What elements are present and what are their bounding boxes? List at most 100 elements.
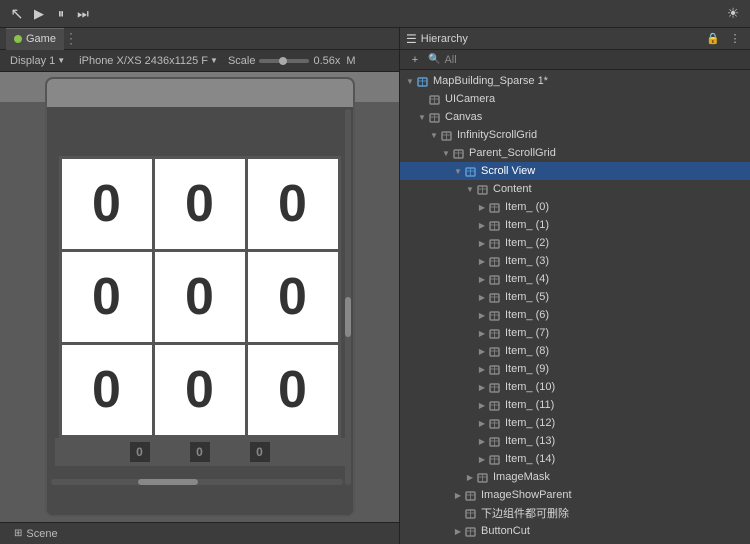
tree-item-scrollview[interactable]: ▼ Scroll View (400, 162, 750, 180)
game-tab-label: Game (26, 33, 56, 45)
tree-item-item9[interactable]: ▶ Item_ (9) (400, 360, 750, 378)
hierarchy-dots-btn[interactable]: ⋮ (726, 30, 744, 48)
scene-tab[interactable]: ⊞ Scene (6, 523, 66, 544)
tree-arrow-item0[interactable]: ▶ (476, 198, 488, 216)
tree-item-item5[interactable]: ▶ Item_ (5) (400, 288, 750, 306)
tree-arrow-item5[interactable]: ▶ (476, 288, 488, 306)
tree-icon-parent_scrollgrid (452, 146, 466, 160)
resolution-label: iPhone X/XS 2436x1125 F (79, 55, 208, 67)
tree-item-item10[interactable]: ▶ Item_ (10) (400, 378, 750, 396)
tree-item-parent_scrollgrid[interactable]: ▼ Parent_ScrollGrid (400, 144, 750, 162)
tree-arrow-item14[interactable]: ▶ (476, 450, 488, 468)
tree-label-scrollview: Scroll View (481, 165, 746, 177)
tree-arrow-item2[interactable]: ▶ (476, 234, 488, 252)
tree-arrow-imageshowparent[interactable]: ▶ (452, 486, 464, 504)
tree-item-buttoncut[interactable]: ▶ ButtonCut (400, 522, 750, 540)
tree-arrow-item9[interactable]: ▶ (476, 360, 488, 378)
tree-arrow-canvas[interactable]: ▼ (416, 108, 428, 126)
tree-label-content: Content (493, 183, 746, 195)
tree-arrow-item10[interactable]: ▶ (476, 378, 488, 396)
tree-item-item8[interactable]: ▶ Item_ (8) (400, 342, 750, 360)
tree-arrow-item12[interactable]: ▶ (476, 414, 488, 432)
grid-cell-2: 0 (248, 159, 338, 249)
tree-label-buttoncut: ButtonCut (481, 525, 746, 537)
tree-item-item14[interactable]: ▶ Item_ (14) (400, 450, 750, 468)
vertical-scrollbar-thumb (345, 297, 351, 337)
tree-item-uicamera[interactable]: UICamera (400, 90, 750, 108)
tree-item-item4[interactable]: ▶ Item_ (4) (400, 270, 750, 288)
pause-button[interactable]: ⏸ (50, 3, 72, 25)
hierarchy-content[interactable]: ▼ MapBuilding_Sparse 1* UICamera▼ Canvas… (400, 70, 750, 544)
play-button[interactable]: ▶ (28, 3, 50, 25)
hierarchy-lock-btn[interactable]: 🔒 (704, 30, 722, 48)
tree-label-item6: Item_ (6) (505, 309, 746, 321)
scale-slider[interactable] (259, 59, 309, 63)
main-area: Game ⋮ Display 1 ▼ iPhone X/XS 2436x1125… (0, 28, 750, 544)
tree-label-item2: Item_ (2) (505, 237, 746, 249)
game-tab-menu[interactable]: ⋮ (64, 30, 78, 47)
top-toolbar: ↖ ▶ ⏸ ⏭ ☀ (0, 0, 750, 28)
tree-arrow-buttoncut[interactable]: ▶ (452, 522, 464, 540)
tree-item-item2[interactable]: ▶ Item_ (2) (400, 234, 750, 252)
game-tab[interactable]: Game (6, 28, 64, 50)
tree-label-imagemask: ImageMask (493, 471, 746, 483)
tree-item-item13[interactable]: ▶ Item_ (13) (400, 432, 750, 450)
resolution-dropdown[interactable]: iPhone X/XS 2436x1125 F ▼ (75, 54, 222, 68)
vertical-scrollbar[interactable] (345, 109, 351, 485)
tree-item-content[interactable]: ▼ Content (400, 180, 750, 198)
horizontal-scrollbar[interactable] (51, 479, 343, 485)
tree-item-item3[interactable]: ▶ Item_ (3) (400, 252, 750, 270)
tree-item-buttonget[interactable]: ▶ ButtonGet (400, 540, 750, 544)
grid-cell-1: 0 (155, 159, 245, 249)
tree-item-item12[interactable]: ▶ Item_ (12) (400, 414, 750, 432)
horizontal-scrollbar-thumb (138, 479, 198, 485)
tree-item-canvas[interactable]: ▼ Canvas (400, 108, 750, 126)
tree-item-item6[interactable]: ▶ Item_ (6) (400, 306, 750, 324)
tree-arrow-parent_scrollgrid[interactable]: ▼ (440, 144, 452, 162)
tree-arrow-buttonget[interactable]: ▶ (452, 540, 464, 544)
lighting-icon[interactable]: ☀ (722, 3, 744, 25)
grid-cell-0: 0 (62, 159, 152, 249)
tree-arrow-item8[interactable]: ▶ (476, 342, 488, 360)
tree-arrow-item4[interactable]: ▶ (476, 270, 488, 288)
tree-arrow-item6[interactable]: ▶ (476, 306, 488, 324)
tree-label-item0: Item_ (0) (505, 201, 746, 213)
tree-item-imagemask[interactable]: ▶ ImageMask (400, 468, 750, 486)
tree-arrow-scrollview[interactable]: ▼ (452, 162, 464, 180)
tree-item-item7[interactable]: ▶ Item_ (7) (400, 324, 750, 342)
hierarchy-tab-label: Hierarchy (421, 33, 468, 45)
display-dropdown[interactable]: Display 1 ▼ (6, 54, 69, 68)
tree-arrow-item13[interactable]: ▶ (476, 432, 488, 450)
game-tab-bar: Game ⋮ (0, 28, 399, 50)
tree-arrow-item3[interactable]: ▶ (476, 252, 488, 270)
tree-icon-xiayianzujian (464, 506, 478, 520)
tree-item-item1[interactable]: ▶ Item_ (1) (400, 216, 750, 234)
search-icon: 🔍 (428, 54, 440, 65)
tree-item-infinityscrollgrid[interactable]: ▼ InfinityScrollGrid (400, 126, 750, 144)
tree-arrow-item11[interactable]: ▶ (476, 396, 488, 414)
tree-item-imageshowparent[interactable]: ▶ ImageShowParent (400, 486, 750, 504)
tree-arrow-item7[interactable]: ▶ (476, 324, 488, 342)
tree-item-item11[interactable]: ▶ Item_ (11) (400, 396, 750, 414)
tree-arrow-imagemask[interactable]: ▶ (464, 468, 476, 486)
grid-container: 000000000 (59, 156, 341, 438)
tree-item-item0[interactable]: ▶ Item_ (0) (400, 198, 750, 216)
tree-label-item5: Item_ (5) (505, 291, 746, 303)
scene-tab-bar: ⊞ Scene (0, 522, 399, 544)
tree-arrow-infinityscrollgrid[interactable]: ▼ (428, 126, 440, 144)
tree-icon-item13 (488, 434, 502, 448)
tree-arrow-content[interactable]: ▼ (464, 180, 476, 198)
cursor-tool-btn[interactable]: ↖ (6, 3, 28, 25)
scale-area: Scale 0.56x (228, 55, 340, 67)
tree-icon-item6 (488, 308, 502, 322)
tree-item-xiayianzujian[interactable]: 下边组件都可删除 (400, 504, 750, 522)
step-button[interactable]: ⏭ (72, 3, 94, 25)
hierarchy-add-btn[interactable]: + (406, 51, 424, 69)
tree-item-root[interactable]: ▼ MapBuilding_Sparse 1* (400, 72, 750, 90)
grid-cell-7: 0 (155, 345, 245, 435)
tree-arrow-item1[interactable]: ▶ (476, 216, 488, 234)
search-all-label: All (444, 54, 456, 66)
bottom-cell-0: 0 (130, 442, 150, 462)
tree-arrow-root[interactable]: ▼ (404, 72, 416, 90)
resolution-arrow-icon: ▼ (210, 56, 218, 65)
